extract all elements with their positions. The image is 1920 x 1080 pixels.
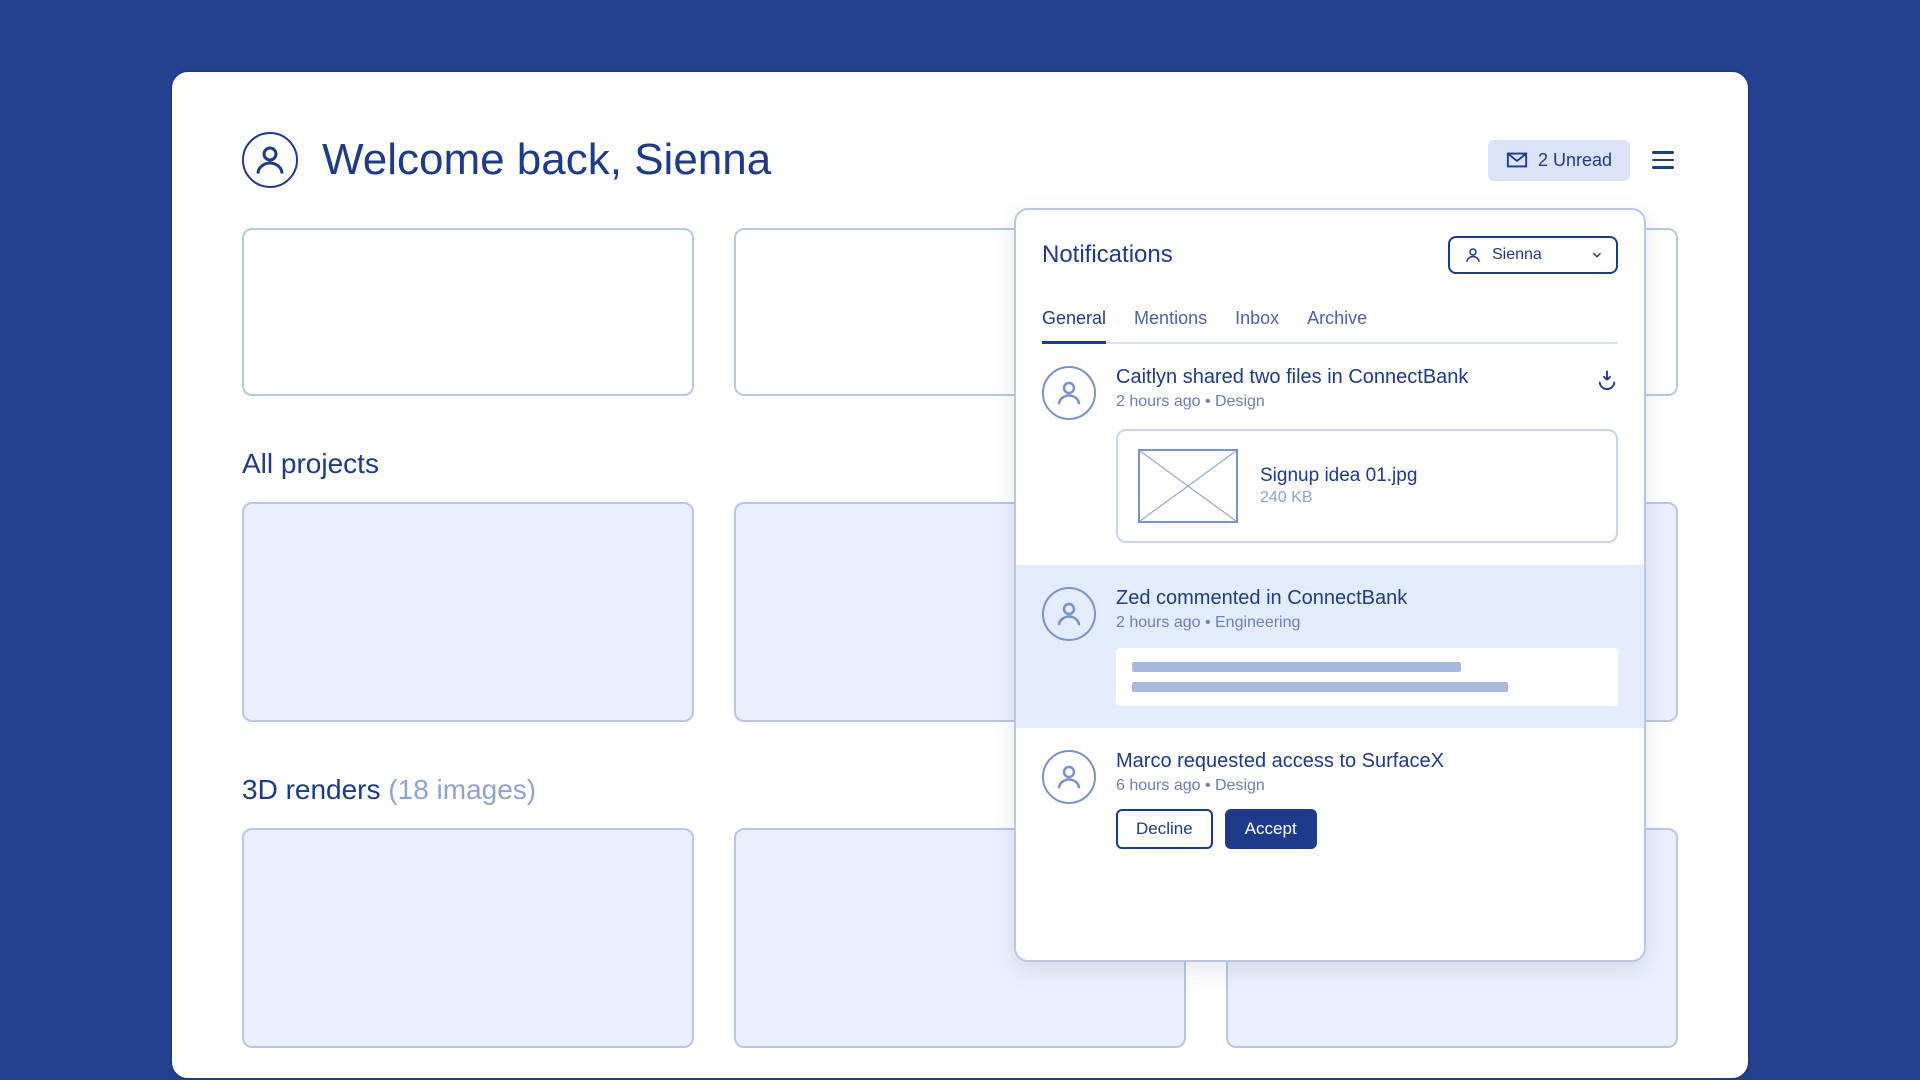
unread-label: 2 Unread (1538, 150, 1612, 171)
tab-general[interactable]: General (1042, 298, 1106, 344)
tab-mentions[interactable]: Mentions (1134, 298, 1207, 342)
inbox-icon (1506, 151, 1528, 169)
person-icon (1054, 378, 1084, 408)
tab-archive[interactable]: Archive (1307, 298, 1367, 342)
notification-body: Zed commented in ConnectBank 2 hours ago… (1116, 587, 1618, 706)
hamburger-menu-icon[interactable] (1648, 147, 1678, 173)
notification-title: Caitlyn shared two files in ConnectBank (1116, 366, 1618, 389)
person-icon (252, 142, 288, 178)
header-left: Welcome back, Sienna (242, 132, 771, 188)
text-placeholder-line (1132, 682, 1508, 692)
chevron-down-icon (1590, 248, 1604, 262)
unread-pill[interactable]: 2 Unread (1488, 140, 1630, 181)
notification-item[interactable]: Marco requested access to SurfaceX 6 hou… (1016, 728, 1644, 871)
header-right: 2 Unread (1488, 140, 1678, 181)
notification-meta: 2 hours ago • Engineering (1116, 614, 1618, 632)
notification-list: Caitlyn shared two files in ConnectBank … (1016, 344, 1644, 960)
notification-meta: 6 hours ago • Design (1116, 777, 1618, 795)
user-select[interactable]: Sienna (1448, 236, 1618, 274)
decline-button[interactable]: Decline (1116, 809, 1213, 849)
user-select-label: Sienna (1492, 246, 1542, 264)
notification-avatar (1042, 366, 1096, 420)
panel-tabs: General Mentions Inbox Archive (1042, 298, 1618, 344)
notification-body: Marco requested access to SurfaceX 6 hou… (1116, 750, 1618, 849)
file-name: Signup idea 01.jpg (1260, 465, 1417, 487)
text-placeholder-line (1132, 662, 1461, 672)
tab-inbox[interactable]: Inbox (1235, 298, 1279, 342)
panel-header: Notifications Sienna (1042, 236, 1618, 274)
notification-title: Marco requested access to SurfaceX (1116, 750, 1618, 773)
notification-avatar (1042, 750, 1096, 804)
comment-preview (1116, 648, 1618, 706)
render-card[interactable] (242, 828, 694, 1048)
project-card[interactable] (242, 502, 694, 722)
notification-body: Caitlyn shared two files in ConnectBank … (1116, 366, 1618, 543)
notification-meta: 2 hours ago • Design (1116, 393, 1618, 411)
person-icon (1464, 246, 1482, 264)
notification-item[interactable]: Caitlyn shared two files in ConnectBank … (1016, 344, 1644, 565)
download-icon[interactable] (1596, 368, 1618, 395)
action-buttons: Decline Accept (1116, 809, 1618, 849)
notifications-panel: Notifications Sienna General Mentions In… (1014, 208, 1646, 962)
renders-count: (18 images) (388, 774, 536, 805)
panel-title: Notifications (1042, 241, 1173, 269)
page-header: Welcome back, Sienna 2 Unread (242, 132, 1678, 188)
file-info: Signup idea 01.jpg 240 KB (1260, 465, 1417, 507)
person-icon (1054, 599, 1084, 629)
notification-item[interactable]: Zed commented in ConnectBank 2 hours ago… (1016, 565, 1644, 728)
accept-button[interactable]: Accept (1225, 809, 1317, 849)
notification-avatar (1042, 587, 1096, 641)
page-title: Welcome back, Sienna (322, 135, 771, 185)
recent-card[interactable] (242, 228, 694, 396)
header-avatar[interactable] (242, 132, 298, 188)
person-icon (1054, 762, 1084, 792)
renders-label: 3D renders (242, 774, 388, 805)
file-size: 240 KB (1260, 489, 1417, 507)
file-thumb-placeholder-icon (1138, 449, 1238, 523)
notification-title: Zed commented in ConnectBank (1116, 587, 1618, 610)
file-attachment[interactable]: Signup idea 01.jpg 240 KB (1116, 429, 1618, 543)
